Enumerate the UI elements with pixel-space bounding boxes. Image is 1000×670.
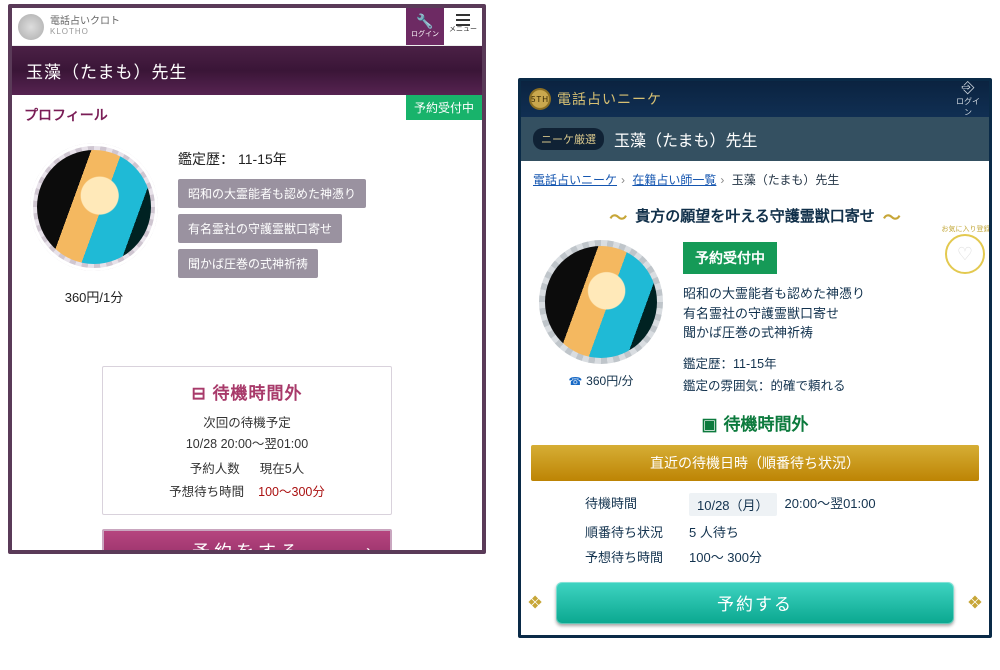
crumb-current: 玉藻（たまも）先生 (732, 173, 840, 187)
heart-icon: ♡ (957, 244, 973, 265)
ornament-left-icon: ❖ (527, 592, 543, 613)
crumb-list[interactable]: 在籍占い師一覧 (632, 173, 716, 187)
tag-list: 昭和の大霊能者も認めた神憑り 有名霊社の守護霊獣口寄せ 聞かば圧巻の式神祈祷 (178, 179, 470, 278)
login-label: ログイン (411, 29, 439, 39)
reserve-label: 予約する (717, 595, 793, 614)
reserve-button[interactable]: 予約する (556, 582, 954, 624)
wrench-icon: 🔧 (416, 14, 433, 28)
page-title: 玉藻（たまも）先生 (12, 46, 482, 95)
favorite-button[interactable]: ♡ (945, 234, 985, 274)
minus-icon: ⊟ (192, 384, 213, 403)
sched-queue-value: 5 人待ち (689, 522, 739, 541)
mood-label: 鑑定の雰囲気 (683, 379, 771, 393)
wait-eta-value: 100～300分 (258, 481, 325, 500)
status-badge: 予約受付中 (683, 242, 777, 274)
avatar (37, 150, 151, 264)
price: 360円/1分 (24, 287, 164, 306)
sched-eta-value: 100～ 300分 (689, 547, 762, 566)
feature: 聞かば圧巻の式神祈祷 (683, 323, 977, 343)
wait-eta-label: 予想待ち時間 (169, 481, 244, 500)
sched-wait-label: 待機時間 (585, 493, 681, 516)
sched-eta-label: 予想待ち時間 (585, 547, 681, 566)
wait-status: ▣待機時間外 (521, 410, 989, 435)
price: ☎360円/分 (533, 372, 669, 389)
favorite-label: お気に入り登録 (941, 224, 991, 234)
nike-card: 5TH 電話占いニーケ ⎆ ログイン ニーケ厳選 玉藻（たまも）先生 電話占いニ… (518, 78, 992, 638)
avatar (545, 246, 657, 358)
avatar-frame (30, 143, 158, 271)
klotho-brand[interactable]: 電話占いクロト KLOTHO (12, 14, 120, 40)
brand-name: 電話占いクロト (50, 17, 120, 27)
chevron-right-icon: › (366, 541, 376, 555)
tag: 昭和の大霊能者も認めた神憑り (178, 179, 366, 208)
sched-date: 10/28（月） (689, 493, 777, 516)
login-button[interactable]: 🔧 ログイン (406, 8, 444, 45)
schedule: 待機時間 10/28（月） 20:00～翌01:00 順番待ち状況 5 人待ち … (585, 493, 925, 566)
feature: 昭和の大霊能者も認めた神憑り (683, 284, 977, 304)
menu-icon (456, 19, 470, 21)
login-button[interactable]: ⎆ ログイン (953, 80, 983, 118)
tag: 聞かば圧巻の式神祈祷 (178, 249, 318, 278)
klotho-logo-icon (18, 14, 44, 40)
reserve-button[interactable]: 予約をする › (102, 529, 392, 554)
login-icon: ⎆ (953, 80, 983, 96)
experience: 鑑定歴：11-15年 (178, 149, 470, 169)
minus-square-icon: ▣ (701, 415, 717, 434)
profile-heading: プロフィール (24, 107, 108, 123)
wait-count-label: 予約人数 (190, 458, 240, 477)
selection-badge: ニーケ厳選 (533, 128, 604, 150)
experience-label: 鑑定歴 (178, 151, 220, 167)
avatar-frame (539, 240, 663, 364)
feature: 有名霊社の守護霊獣口寄せ (683, 304, 977, 324)
exp-label: 鑑定歴 (683, 357, 733, 371)
nike-brand[interactable]: 5TH 電話占いニーケ (529, 88, 662, 110)
wait-next-value: 10/28 20:00～翌01:00 (119, 433, 375, 452)
wait-next-label: 次回の待機予定 (119, 412, 375, 431)
meta: 鑑定歴11-15年 鑑定の雰囲気的確で頼れる (683, 353, 977, 394)
brand-sub: KLOTHO (50, 27, 120, 36)
brand-name: 電話占いニーケ (557, 89, 662, 109)
phone-icon: ☎ (568, 376, 582, 388)
klotho-header: 電話占いクロト KLOTHO 🔧 ログイン メニュー (12, 8, 482, 46)
nike-logo-icon: 5TH (529, 88, 551, 110)
teacher-name: 玉藻（たまも）先生 (614, 127, 758, 151)
sched-queue-label: 順番待ち状況 (585, 522, 681, 541)
feature-list: 昭和の大霊能者も認めた神憑り 有名霊社の守護霊獣口寄せ 聞かば圧巻の式神祈祷 (683, 284, 977, 343)
tag: 有名霊社の守護霊獣口寄せ (178, 214, 342, 243)
ornament-right-icon: ❖ (967, 592, 983, 613)
wait-count-value: 現在5人 (260, 458, 304, 477)
menu-button[interactable]: メニュー (444, 8, 482, 45)
reserve-label: 予約をする (192, 538, 302, 554)
login-label: ログイン (956, 97, 980, 117)
mood-value: 的確で頼れる (771, 379, 846, 393)
wait-box: ⊟ 待機時間外 次回の待機予定 10/28 20:00～翌01:00 予約人数 … (102, 366, 392, 515)
nike-header: 5TH 電話占いニーケ ⎆ ログイン (521, 81, 989, 117)
status-badge: 予約受付中 (406, 95, 482, 120)
schedule-heading: 直近の待機日時（順番待ち状況） (531, 445, 979, 481)
exp-value: 11-15年 (733, 357, 777, 371)
tagline: 貴方の願望を叶える守護霊獣口寄せ (521, 188, 989, 240)
wait-status: ⊟ 待機時間外 (119, 379, 375, 404)
klotho-card: 電話占いクロト KLOTHO 🔧 ログイン メニュー 玉藻（たまも）先生 プロフ… (8, 4, 486, 554)
crumb-home[interactable]: 電話占いニーケ (533, 173, 617, 187)
breadcrumb: 電話占いニーケ› 在籍占い師一覧› 玉藻（たまも）先生 (521, 161, 989, 188)
sched-time: 20:00～翌01:00 (785, 493, 876, 516)
name-bar: ニーケ厳選 玉藻（たまも）先生 (521, 117, 989, 161)
experience-value: 11-15年 (238, 151, 287, 167)
